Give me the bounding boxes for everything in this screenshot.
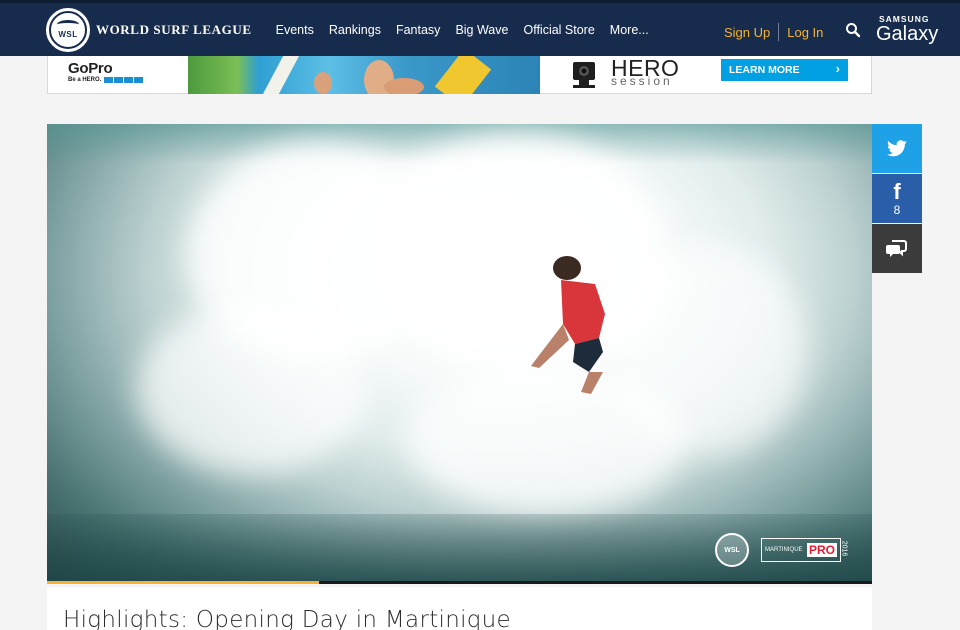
search-icon[interactable]: [845, 22, 861, 38]
nav-fantasy[interactable]: Fantasy: [396, 23, 440, 37]
gopro-logo: GoPro Be a HERO.: [68, 60, 144, 83]
sponsor-bottom-text: Galaxy: [876, 23, 939, 45]
ad-surf-photo: [188, 56, 540, 94]
event-name: MARTINIQUE: [765, 546, 803, 553]
session-product-name: session: [611, 74, 673, 88]
video-event-badge: WSL MARTINIQUE PRO 2016: [715, 533, 848, 567]
brand-name: WORLD SURF LEAGUE: [96, 21, 252, 37]
article-title: Highlights: Opening Day in Martinique: [63, 607, 511, 630]
log-in-link[interactable]: Log In: [787, 25, 823, 40]
auth-divider: [778, 23, 780, 41]
video-progress-fill: [47, 581, 320, 584]
gopro-brand: GoPro: [68, 60, 113, 77]
nav-events[interactable]: Events: [276, 23, 314, 37]
gopro-ad-banner[interactable]: GoPro Be a HERO. HERO session LEARN MORE…: [47, 55, 872, 94]
learn-more-button[interactable]: LEARN MORE ›: [721, 59, 848, 81]
video-wsl-watermark: WSL: [715, 533, 749, 567]
event-suffix: PRO: [806, 543, 837, 557]
comments-icon: [886, 239, 907, 257]
nav-more[interactable]: More...: [610, 23, 649, 37]
nav-official-store[interactable]: Official Store: [523, 23, 594, 37]
comments-button[interactable]: [872, 224, 922, 273]
samsung-galaxy-sponsor-logo[interactable]: SAMSUNG Galaxy: [876, 14, 938, 44]
facebook-icon: f: [893, 179, 901, 204]
social-share-bar: f 8: [872, 124, 922, 274]
gopro-tagline: Be a HERO.: [68, 77, 102, 83]
video-player[interactable]: WSL MARTINIQUE PRO 2016: [47, 124, 872, 584]
main-menu: Events Rankings Fantasy Big Wave Officia…: [276, 23, 664, 37]
facebook-share-button[interactable]: f 8: [872, 174, 922, 223]
camera-icon: [567, 60, 601, 90]
wsl-logo-icon: WSL: [46, 7, 90, 52]
surfer-figure: [531, 256, 605, 394]
wsl-home-link[interactable]: WSL WORLD SURF LEAGUE: [46, 7, 252, 52]
event-year: 2016: [840, 540, 848, 557]
facebook-share-count: 8: [893, 203, 901, 217]
article-header: Highlights: Opening Day in Martinique: [47, 587, 872, 630]
nav-rankings[interactable]: Rankings: [329, 23, 381, 37]
event-logo: MARTINIQUE PRO 2016: [761, 538, 848, 562]
logo-text: WSL: [58, 30, 78, 39]
chevron-right-icon: ›: [835, 61, 840, 76]
top-navigation-bar: WSL WORLD SURF LEAGUE Events Rankings Fa…: [0, 0, 960, 56]
nav-big-wave[interactable]: Big Wave: [455, 23, 508, 37]
twitter-icon: [887, 139, 907, 156]
video-progress-bar[interactable]: [47, 581, 872, 584]
learn-more-label: LEARN MORE: [729, 64, 800, 76]
auth-links: Sign Up Log In: [724, 23, 823, 41]
sign-up-link[interactable]: Sign Up: [724, 25, 770, 40]
twitter-share-button[interactable]: [872, 124, 922, 173]
